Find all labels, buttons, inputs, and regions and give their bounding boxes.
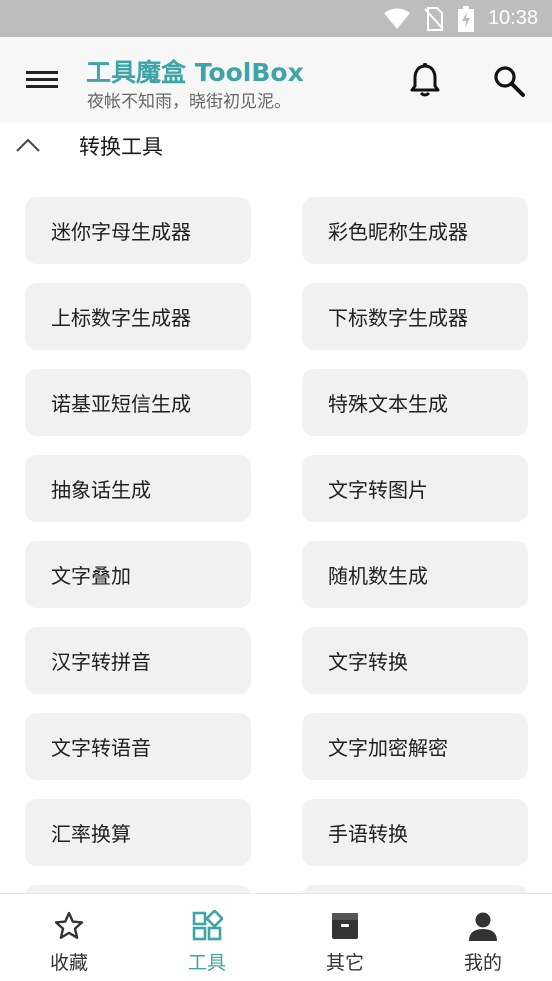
battery-charging-icon [457,5,474,32]
status-time: 10:38 [487,7,538,29]
tool-button[interactable]: 汉字转拼音 [25,627,251,694]
nav-item-mine[interactable]: 我的 [414,894,552,981]
nav-label: 工具 [187,952,226,974]
tool-button[interactable]: 文字叠加 [25,541,251,608]
section-header[interactable]: 转换工具 [0,123,552,169]
search-icon[interactable] [492,64,526,98]
archive-icon [332,913,358,939]
tool-button[interactable]: 汇率换算 [25,799,251,866]
person-icon [469,912,497,941]
wifi-icon [383,8,410,29]
tool-button[interactable]: 文字转换 [302,627,528,694]
tool-button[interactable]: 特殊文本生成 [302,369,528,436]
tool-button[interactable]: 诺基亚短信生成 [25,369,251,436]
tool-button[interactable]: 文字加密解密 [302,713,528,780]
status-bar: 10:38 [0,0,552,37]
tool-button[interactable]: 上标数字生成器 [25,283,251,350]
tool-button[interactable]: 抽象话生成 [25,455,251,522]
bottom-nav: 收藏 工具 其它 我的 [0,893,552,981]
nav-label: 收藏 [49,952,88,974]
tool-button[interactable]: 迷你字母生成器 [25,197,251,264]
nav-item-favorites[interactable]: 收藏 [0,894,138,981]
app-subtitle: 夜帐不知雨，晓街初见泥。 [87,92,291,112]
chevron-up-icon[interactable] [14,135,42,155]
menu-icon[interactable] [24,65,60,95]
tool-button[interactable]: 下标数字生成器 [302,283,528,350]
bell-icon[interactable] [408,62,442,98]
no-sim-icon [424,6,444,31]
app-title: 工具魔盒 ToolBox [86,58,304,87]
nav-label: 我的 [463,952,502,974]
tool-button[interactable]: 文字转语音 [25,713,251,780]
app-bar: 工具魔盒 ToolBox 夜帐不知雨，晓街初见泥。 [0,37,552,123]
star-icon [54,911,84,939]
tools-grid: 迷你字母生成器 彩色昵称生成器 上标数字生成器 下标数字生成器 诺基亚短信生成 … [25,197,528,952]
nav-item-tools[interactable]: 工具 [138,894,276,981]
tool-button[interactable]: 文字转图片 [302,455,528,522]
nav-label: 其它 [325,952,364,974]
tool-button[interactable]: 手语转换 [302,799,528,866]
tool-button[interactable]: 彩色昵称生成器 [302,197,528,264]
nav-item-other[interactable]: 其它 [276,894,414,981]
tool-button[interactable]: 随机数生成 [302,541,528,608]
grid-apps-icon [192,910,223,941]
section-title: 转换工具 [79,135,163,159]
